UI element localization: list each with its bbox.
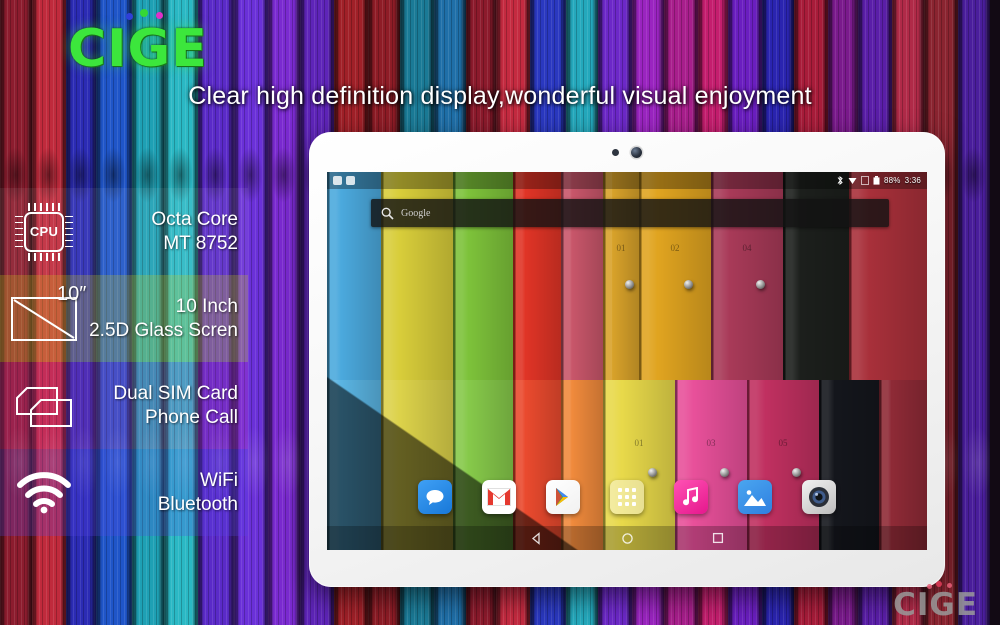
locker-knob-icon: [755, 280, 765, 290]
cige-logo-text: CIGE: [68, 19, 208, 79]
cpu-icon-label: CPU: [24, 211, 64, 252]
locker-number: 02: [670, 242, 680, 253]
feature-badge-cpu: CPU Octa Core MT 8752: [0, 188, 248, 275]
status-system-icons: 88% 3:36: [836, 176, 921, 185]
screen-size-icon: 10″: [0, 283, 88, 341]
locker-panel: 05: [747, 379, 819, 550]
cige-watermark: CIGE: [893, 581, 978, 623]
feature-sim-text: Dual SIM Card Phone Call: [88, 382, 248, 430]
dot-magenta: [156, 12, 163, 19]
tablet-top-bezel: [309, 132, 945, 172]
feature-cpu-line2: MT 8752: [163, 232, 238, 254]
home-button[interactable]: [621, 532, 634, 545]
play-triangle-icon: [556, 488, 568, 506]
dual-sim-icon: [0, 384, 88, 428]
headline-text: Clear high definition display,wonderful …: [188, 82, 812, 110]
sim-signal-icon: [861, 176, 869, 185]
photo-mountain-icon: [744, 490, 766, 506]
cige-logo: CIGE: [68, 9, 208, 75]
bluetooth-icon: [837, 176, 843, 185]
google-search-widget[interactable]: Google: [371, 199, 889, 227]
battery-icon: [873, 176, 880, 185]
cige-watermark-text: CIGE: [893, 587, 978, 623]
google-search-label: Google: [401, 207, 431, 219]
app-icon-camera[interactable]: [802, 480, 836, 514]
dot-green: [140, 9, 148, 17]
locker-panel: [513, 379, 561, 550]
locker-number: 03: [706, 437, 716, 448]
proximity-sensor-icon: [612, 148, 619, 156]
recents-button[interactable]: [712, 532, 724, 544]
app-icon-messages[interactable]: [418, 480, 452, 514]
wallpaper-bottom-row: 01 03 05: [327, 379, 927, 550]
feature-sim-line2: Phone Call: [145, 406, 238, 428]
locker-panel: [453, 379, 513, 550]
wifi-icon: [0, 471, 88, 514]
app-icon-app-drawer[interactable]: [610, 480, 644, 514]
locker-number: 01: [616, 242, 626, 253]
dot-blue: [126, 13, 133, 20]
locker-panel: [561, 379, 603, 550]
locker-panel: [327, 379, 381, 550]
cpu-chip-icon: CPU: [0, 202, 88, 261]
cige-watermark-dots: [927, 581, 957, 590]
tablet-device: 01 02 04 01 03 05 88% 3:36 Google: [309, 132, 945, 587]
locker-panel: [381, 379, 453, 550]
status-clock: 3:36: [904, 176, 921, 185]
feature-badge-sim: Dual SIM Card Phone Call: [0, 362, 248, 449]
feature-badge-wireless: WiFi Bluetooth: [0, 449, 248, 536]
feature-cpu-line1: Octa Core: [151, 208, 238, 230]
tablet-bottom-bezel: [309, 550, 945, 587]
android-navigation-bar: [327, 526, 927, 550]
app-dock: [327, 474, 927, 520]
locker-number: 01: [634, 437, 644, 448]
grid-icon: [618, 488, 636, 506]
feature-badge-screen: 10″ 10 Inch 2.5D Glass Scren: [0, 275, 248, 362]
locker-knob-icon: [683, 280, 693, 290]
dot-pink-3: [947, 583, 953, 588]
tablet-screen: 01 02 04 01 03 05 88% 3:36 Google: [327, 172, 927, 550]
locker-panel: [879, 379, 927, 550]
music-note-icon: [683, 487, 698, 506]
wifi-signal-icon: [848, 178, 857, 184]
feature-badge-list: CPU Octa Core MT 8752 10″ 10 Inch 2.5D G…: [0, 188, 248, 536]
battery-percent-label: 88%: [884, 176, 901, 185]
feature-wireless-line2: Bluetooth: [157, 493, 238, 515]
feature-screen-line2: 2.5D Glass Scren: [89, 319, 238, 341]
speech-bubble-icon: [426, 490, 444, 505]
camera-lens-icon: [809, 487, 829, 507]
search-icon: [381, 207, 394, 220]
feature-wireless-line1: WiFi: [200, 469, 238, 491]
feature-cpu-text: Octa Core MT 8752: [88, 208, 248, 256]
screen-inch-label: 10″: [57, 282, 87, 305]
feature-screen-text: 10 Inch 2.5D Glass Scren: [88, 295, 248, 343]
locker-panel: 03: [675, 379, 747, 550]
feature-sim-line1: Dual SIM Card: [113, 382, 238, 404]
dot-pink-1: [927, 584, 933, 589]
sd-card-icon: [346, 176, 355, 185]
locker-panel: 01: [603, 379, 675, 550]
back-button[interactable]: [530, 531, 543, 545]
locker-panel: [819, 379, 879, 550]
locker-number: 04: [742, 242, 752, 253]
status-notification-icons: [333, 176, 355, 185]
app-icon-music[interactable]: [674, 480, 708, 514]
front-camera-icon: [631, 146, 642, 158]
app-icon-gmail[interactable]: [482, 480, 516, 514]
feature-wireless-text: WiFi Bluetooth: [88, 469, 248, 517]
locker-knob-icon: [625, 280, 635, 290]
locker-number: 05: [778, 437, 788, 448]
android-status-bar: 88% 3:36: [327, 172, 927, 189]
app-icon-play-store[interactable]: [546, 480, 580, 514]
sim-card-icon: [333, 176, 342, 185]
dot-pink-2: [936, 581, 943, 587]
gmail-envelope-icon: [487, 488, 511, 506]
cige-logo-dots: [126, 9, 172, 23]
app-icon-photos[interactable]: [738, 480, 772, 514]
feature-screen-line1: 10 Inch: [175, 295, 238, 317]
